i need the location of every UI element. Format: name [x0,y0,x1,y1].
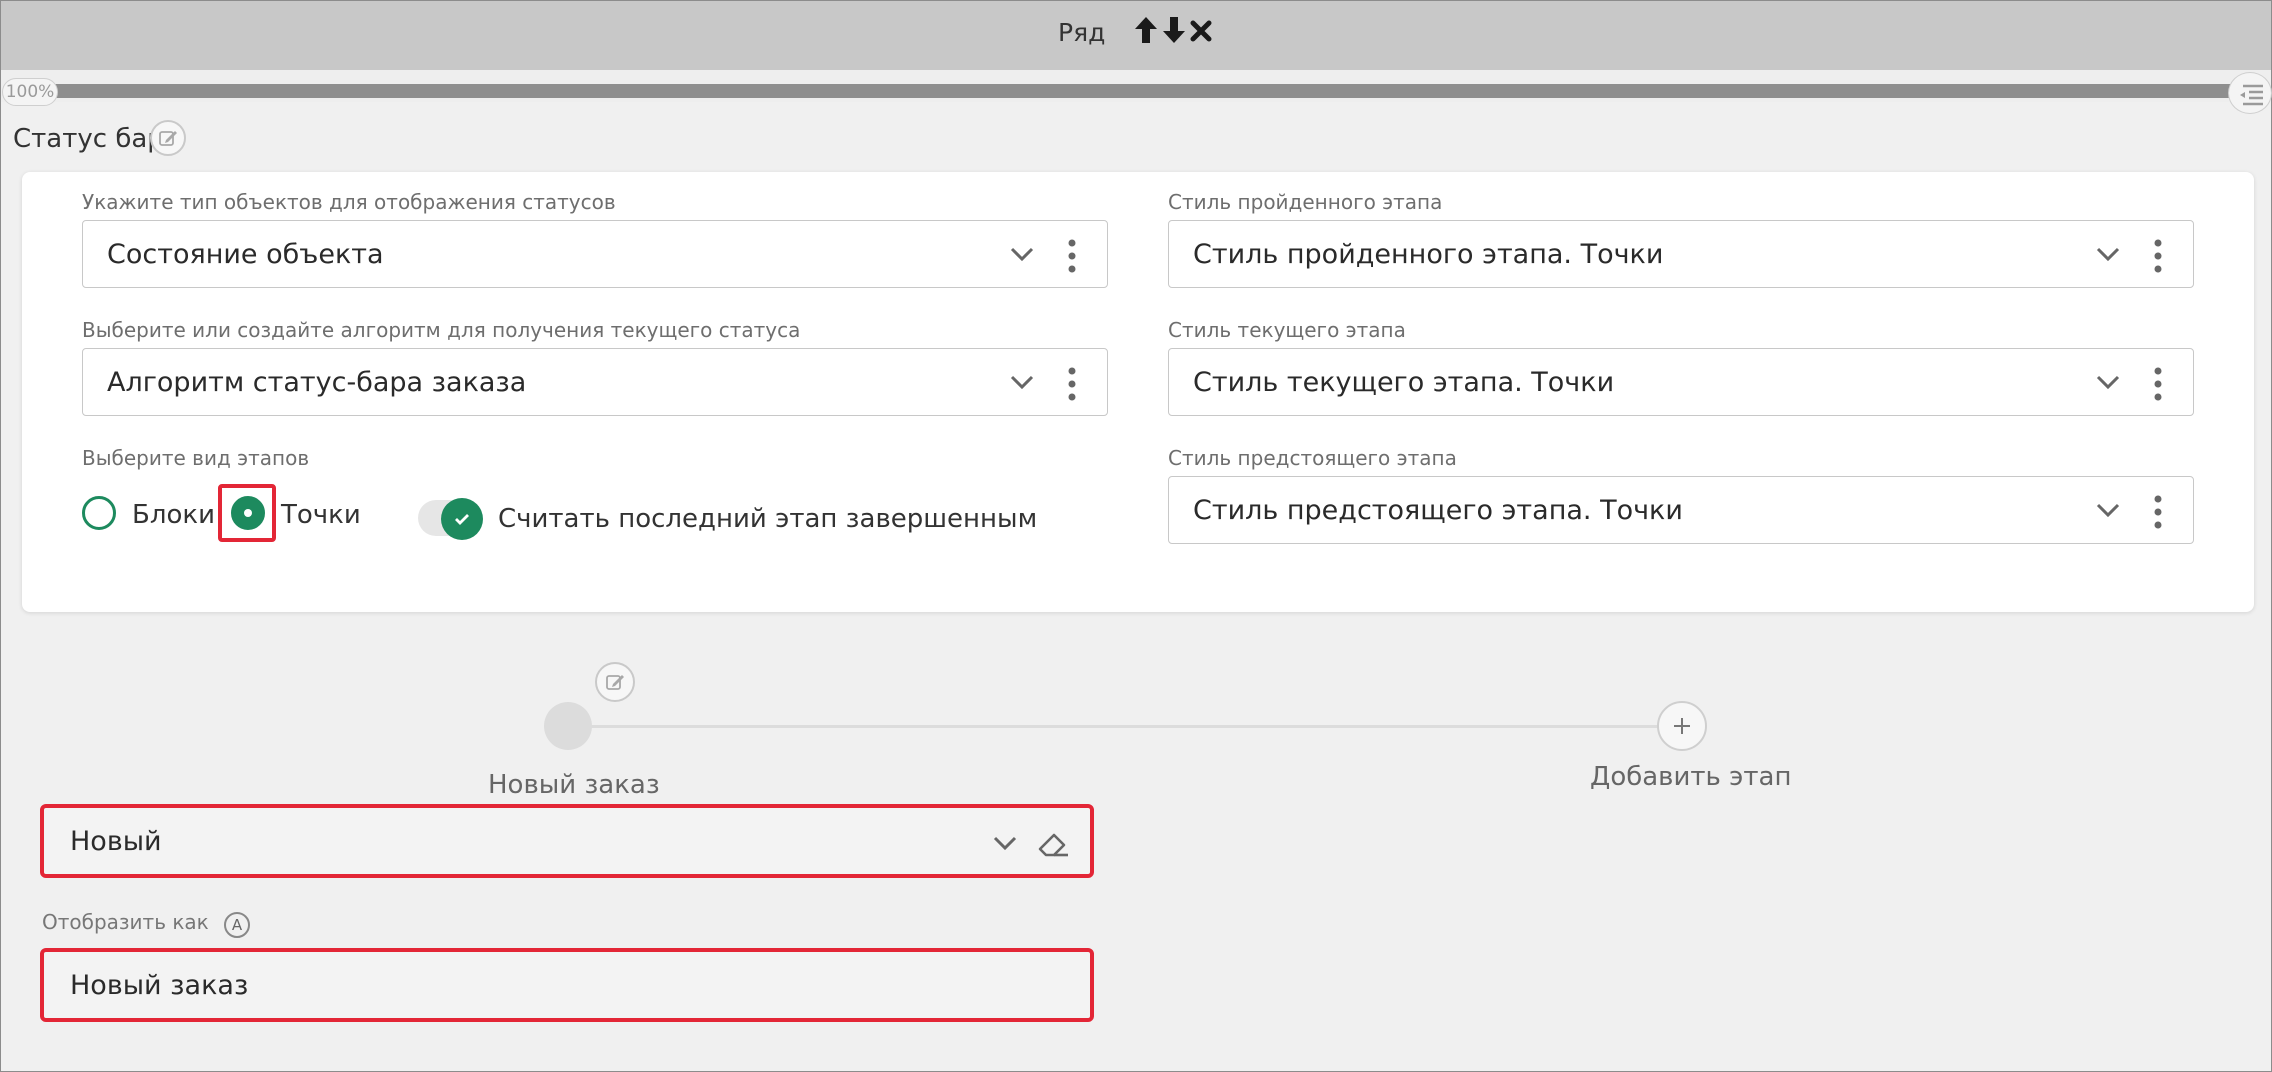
passed-style-select[interactable]: Стиль пройденного этапа. Точки [1168,220,2194,288]
stage-view-label: Выберите вид этапов [82,446,310,470]
upcoming-style-select[interactable]: Стиль предстоящего этапа. Точки [1168,476,2194,544]
arrow-down-icon[interactable] [1161,15,1187,45]
eraser-icon[interactable] [1036,825,1072,861]
kebab-menu-icon[interactable] [1067,238,1077,274]
radio-dots[interactable] [231,496,265,530]
list-indent-icon [2240,84,2263,106]
chevron-down-icon[interactable] [2095,373,2121,391]
algorithm-select[interactable]: Алгоритм статус-бара заказа [82,348,1108,416]
algorithm-label: Выберите или создайте алгоритм для получ… [82,318,801,342]
kebab-menu-icon[interactable] [1067,366,1077,402]
current-style-label: Стиль текущего этапа [1168,318,1406,342]
upcoming-style-value: Стиль предстоящего этапа. Точки [1193,495,1683,526]
progress-bar [42,84,2232,98]
kebab-menu-icon[interactable] [2153,238,2163,274]
arrow-up-icon[interactable] [1133,15,1159,45]
add-stage-button[interactable] [1657,701,1707,751]
chevron-down-icon[interactable] [992,834,1018,852]
row-title: Ряд [1058,18,1106,47]
chevron-down-icon[interactable] [1009,245,1035,263]
stage-status-value: Новый [70,826,162,857]
chevron-down-icon[interactable] [2095,245,2121,263]
collapse-handle[interactable] [2228,72,2272,114]
object-type-select[interactable]: Состояние объекта [82,220,1108,288]
last-stage-toggle-label: Считать последний этап завершенным [498,504,1038,534]
last-stage-toggle-knob[interactable] [441,498,483,540]
stage-status-select[interactable]: Новый [40,804,1094,878]
current-style-select[interactable]: Стиль текущего этапа. Точки [1168,348,2194,416]
row-actions [1133,15,1213,45]
stage-label: Новый заказ [488,770,660,800]
section-title: Статус бар [13,124,164,154]
current-style-value: Стиль текущего этапа. Точки [1193,367,1615,398]
edit-section-button[interactable] [150,120,186,156]
check-icon [455,514,469,525]
radio-blocks-label: Блоки [132,500,215,530]
stage-track-line [570,725,1682,728]
object-type-value: Состояние объекта [107,239,384,270]
kebab-menu-icon[interactable] [2153,366,2163,402]
progress-label: 100% [2,78,58,106]
algorithm-value: Алгоритм статус-бара заказа [107,367,527,398]
passed-style-value: Стиль пройденного этапа. Точки [1193,239,1664,270]
edit-icon [606,675,624,690]
upcoming-style-label: Стиль предстоящего этапа [1168,446,1457,470]
display-as-input[interactable]: Новый заказ [40,948,1094,1022]
edit-icon [159,131,177,146]
auto-badge-icon[interactable]: A [224,912,250,938]
display-as-value: Новый заказ [70,970,249,1001]
radio-dots-label: Точки [281,500,361,530]
radio-blocks[interactable] [82,496,116,530]
close-icon[interactable] [1189,15,1213,45]
add-stage-label[interactable]: Добавить этап [1590,762,1792,792]
passed-style-label: Стиль пройденного этапа [1168,190,1443,214]
display-as-label: Отобразить как [42,910,209,934]
chevron-down-icon[interactable] [1009,373,1035,391]
edit-stages-button[interactable] [595,662,635,702]
plus-icon [1674,718,1690,734]
object-type-label: Укажите тип объектов для отображения ста… [82,190,616,214]
stage-dot[interactable] [544,702,592,750]
kebab-menu-icon[interactable] [2153,494,2163,530]
chevron-down-icon[interactable] [2095,501,2121,519]
